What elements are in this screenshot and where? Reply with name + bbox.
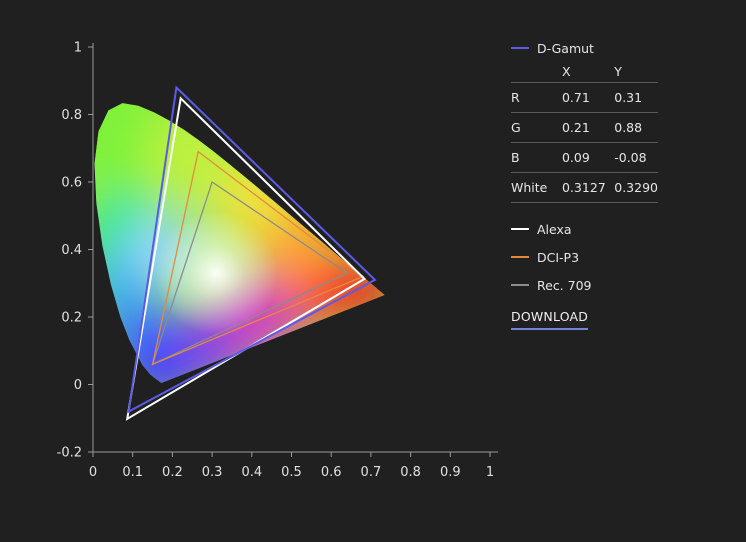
x-tick-label: 1	[486, 465, 494, 480]
legend-label-d-gamut: D-Gamut	[537, 40, 594, 56]
legend-label-dci-p3: DCI-P3	[537, 249, 580, 265]
y-tick-label: 0.4	[61, 243, 82, 258]
table-cell-y: 0.88	[614, 112, 658, 143]
x-tick-label: 0.3	[202, 465, 223, 480]
table-cell-x: 0.09	[561, 142, 615, 173]
table-cell-y: -0.08	[614, 142, 658, 173]
legend-swatch-d-gamut	[511, 47, 529, 49]
legend: Alexa DCI-P3 Rec. 709	[511, 215, 658, 299]
table-header-x: X	[561, 60, 615, 83]
chromaticity-chart: 0 0.1 0.2 0.3 0.4 0.5 0.6 0.7 0.8 0.9 1 -0.2 0 0.2 0.4…	[57, 41, 498, 480]
legend-swatch-rec-709	[511, 284, 529, 286]
table-cell-name: R	[511, 82, 562, 113]
table-cell-name: B	[511, 142, 562, 173]
legend-swatch-dci-p3	[511, 256, 529, 258]
y-tick-label: 0.8	[61, 108, 82, 123]
x-tick-label: 0	[89, 465, 97, 480]
x-tick-label: 0.8	[400, 465, 421, 480]
table-header-name	[511, 60, 562, 83]
table-header-row: X Y	[511, 60, 658, 83]
table-row: G 0.21 0.88	[511, 112, 658, 143]
legend-item-dci-p3[interactable]: DCI-P3	[511, 243, 658, 271]
x-tick-label: 0.6	[321, 465, 342, 480]
gamut-coordinates-table: X Y R 0.71 0.31 G 0.21 0.88 B 0.09 -0.08…	[511, 60, 658, 203]
table-header-y: Y	[614, 60, 658, 83]
y-tick-label: 0	[74, 378, 82, 393]
table-cell-y: 0.31	[614, 82, 658, 113]
x-tick-label: 0.7	[361, 465, 382, 480]
legend-item-d-gamut[interactable]: D-Gamut	[511, 38, 658, 58]
table-cell-name: G	[511, 112, 562, 143]
x-tick-label: 0.4	[241, 465, 262, 480]
download-button[interactable]: DOWNLOAD	[511, 309, 589, 330]
y-tick-label: 1	[74, 41, 82, 56]
x-tick-label: 0.1	[122, 465, 143, 480]
table-cell-x: 0.71	[561, 82, 615, 113]
x-tick-label: 0.2	[162, 465, 183, 480]
x-tick-label: 0.5	[281, 465, 302, 480]
table-row: R 0.71 0.31	[511, 82, 658, 113]
table-cell-x: 0.21	[561, 112, 615, 143]
y-tick-label: -0.2	[57, 446, 82, 461]
y-tick-label: 0.6	[61, 176, 82, 191]
table-cell-x: 0.3127	[561, 172, 615, 203]
table-cell-y: 0.3290	[614, 172, 658, 203]
legend-item-alexa[interactable]: Alexa	[511, 215, 658, 243]
table-row: White 0.3127 0.3290	[511, 172, 658, 203]
side-panel: D-Gamut X Y R 0.71 0.31 G 0.21 0.88 B 0.…	[511, 38, 658, 330]
legend-swatch-alexa	[511, 228, 529, 230]
legend-item-rec-709[interactable]: Rec. 709	[511, 271, 658, 299]
table-row: B 0.09 -0.08	[511, 142, 658, 173]
legend-label-alexa: Alexa	[537, 221, 572, 237]
x-tick-label: 0.9	[440, 465, 461, 480]
legend-label-rec-709: Rec. 709	[537, 277, 592, 293]
y-tick-label: 0.2	[61, 311, 82, 326]
table-cell-name: White	[511, 172, 562, 203]
